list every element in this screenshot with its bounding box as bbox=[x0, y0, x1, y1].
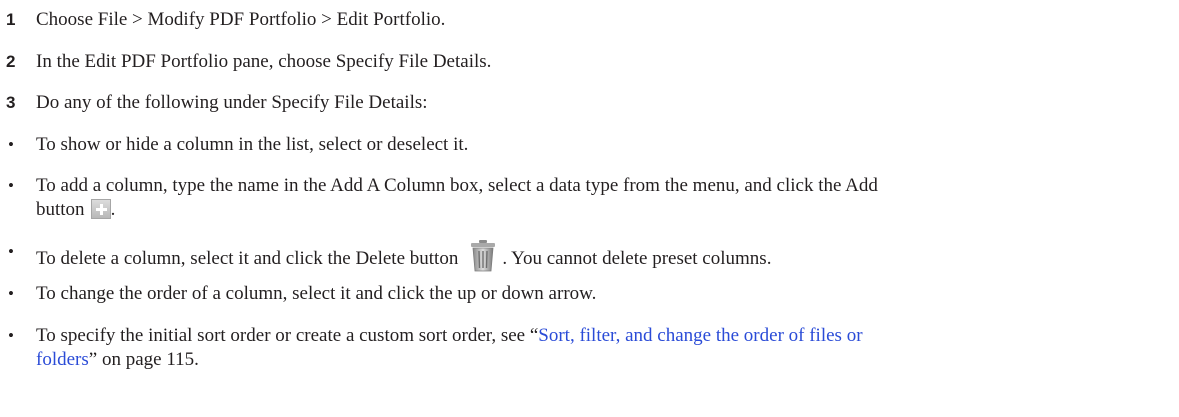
step-text: Do any of the following under Specify Fi… bbox=[36, 92, 428, 113]
bullet-text-fragment: . You cannot delete preset columns. bbox=[502, 248, 772, 269]
bullet-text: To add a column, type the name in the Ad… bbox=[36, 174, 1146, 222]
bullet-text-fragment: . bbox=[110, 199, 116, 220]
bullet-text: To delete a column, select it and click … bbox=[36, 240, 1146, 272]
bullet-text-line: To add a column, type the name in the Ad… bbox=[36, 175, 878, 196]
bullet-marker: • bbox=[8, 242, 14, 261]
bullet-marker: • bbox=[8, 135, 14, 154]
step-text: In the Edit PDF Portfolio pane, choose S… bbox=[36, 51, 492, 72]
step-number: 1 bbox=[6, 10, 16, 29]
bullet-text-fragment: To delete a column, select it and click … bbox=[36, 248, 459, 269]
bullet-text-fragment: ” on page 115. bbox=[88, 349, 199, 370]
trash-icon bbox=[471, 240, 496, 272]
bullet-text-fragment: To specify the initial sort order or cre… bbox=[36, 325, 539, 346]
step-text: Choose File > Modify PDF Portfolio > Edi… bbox=[36, 9, 446, 30]
bullet-text-line: folders” on page 115. bbox=[36, 348, 1146, 372]
bullet-text-line: To specify the initial sort order or cre… bbox=[36, 324, 1146, 348]
bullet-text: To change the order of a column, select … bbox=[36, 283, 597, 304]
bullet-marker: • bbox=[8, 176, 14, 195]
bullet-marker: • bbox=[8, 284, 14, 303]
bullet-text-line: button. bbox=[36, 198, 1146, 222]
bullet-text: To specify the initial sort order or cre… bbox=[36, 324, 1146, 372]
step-number: 3 bbox=[6, 93, 16, 112]
sort-filter-link-continued[interactable]: folders bbox=[36, 349, 89, 370]
bullet-text: To show or hide a column in the list, se… bbox=[36, 134, 469, 155]
step-number: 2 bbox=[6, 52, 16, 71]
bullet-marker: • bbox=[8, 326, 14, 345]
add-button-icon bbox=[90, 199, 111, 219]
sort-filter-link[interactable]: Sort, filter, and change the order of fi… bbox=[538, 325, 862, 346]
bullet-text-fragment: button bbox=[36, 199, 85, 220]
